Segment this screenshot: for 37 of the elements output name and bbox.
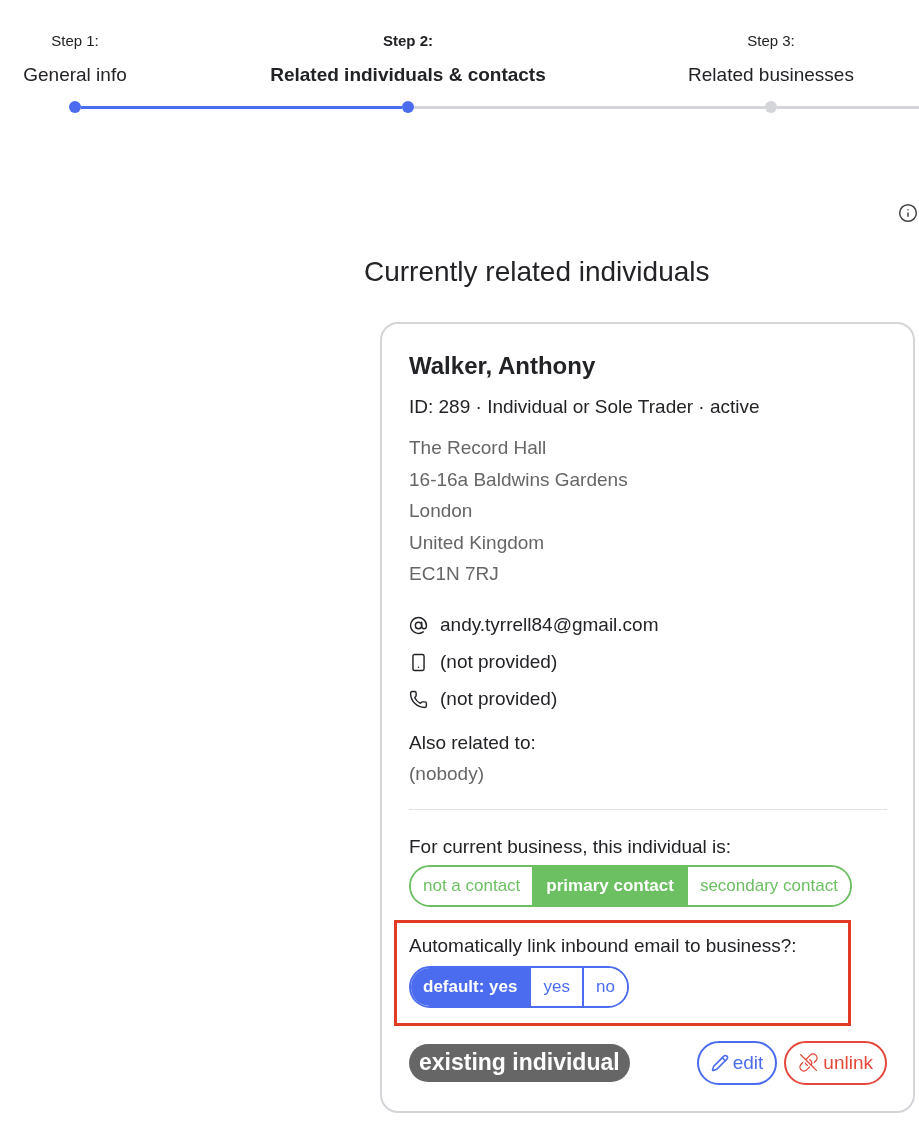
- contact-value: andy.tyrrell84@gmail.com: [440, 613, 659, 637]
- step-number: Step 2:: [383, 32, 433, 50]
- status-badge: existing individual: [409, 1043, 630, 1082]
- address-line: EC1N 7RJ: [409, 562, 500, 586]
- address-line: The Record Hall: [409, 436, 548, 460]
- step-label[interactable]: General info: [23, 63, 127, 87]
- email-link-option[interactable]: default: yes: [411, 967, 530, 1006]
- email-link-label: Automatically link inbound email to business?:: [409, 933, 798, 958]
- contact-role-option[interactable]: primary contact: [532, 866, 686, 905]
- contact-value: (not provided): [440, 687, 558, 711]
- step-dot: [765, 101, 777, 113]
- individual-name: Walker, Anthony: [409, 351, 597, 381]
- section-title: Currently related individuals: [364, 255, 710, 289]
- step-number: Step 1:: [51, 32, 99, 50]
- step-dot: [69, 101, 81, 113]
- step-number: Step 3:: [747, 32, 795, 50]
- smartphone-icon: [409, 652, 428, 672]
- address-line: United Kingdom: [409, 530, 546, 555]
- phone-icon: [409, 689, 428, 709]
- link-off-icon: [798, 1052, 820, 1073]
- edit-button[interactable]: edit: [696, 1040, 778, 1085]
- also-related-value: (nobody): [409, 761, 485, 786]
- unlink-button[interactable]: unlink: [784, 1040, 887, 1085]
- pencil-icon: [710, 1053, 729, 1072]
- individual-summary: ID: 289 · Individual or Sole Trader · active: [409, 395, 761, 419]
- contact-role-label: For current business, this individual is:: [409, 834, 733, 859]
- step-label[interactable]: Related individuals & contacts: [270, 63, 546, 87]
- contact-value: (not provided): [440, 650, 558, 674]
- contact-role-option[interactable]: secondary contact: [685, 866, 850, 905]
- address-line: London: [409, 499, 474, 523]
- also-related-label: Also related to:: [409, 730, 537, 755]
- at-sign-icon: [409, 615, 428, 635]
- email-link-option[interactable]: no: [581, 967, 627, 1006]
- address-line: 16-16a Baldwins Gardens: [409, 467, 629, 492]
- step-label[interactable]: Related businesses: [688, 63, 854, 87]
- info-icon[interactable]: [898, 203, 918, 223]
- step-dot: [402, 101, 414, 113]
